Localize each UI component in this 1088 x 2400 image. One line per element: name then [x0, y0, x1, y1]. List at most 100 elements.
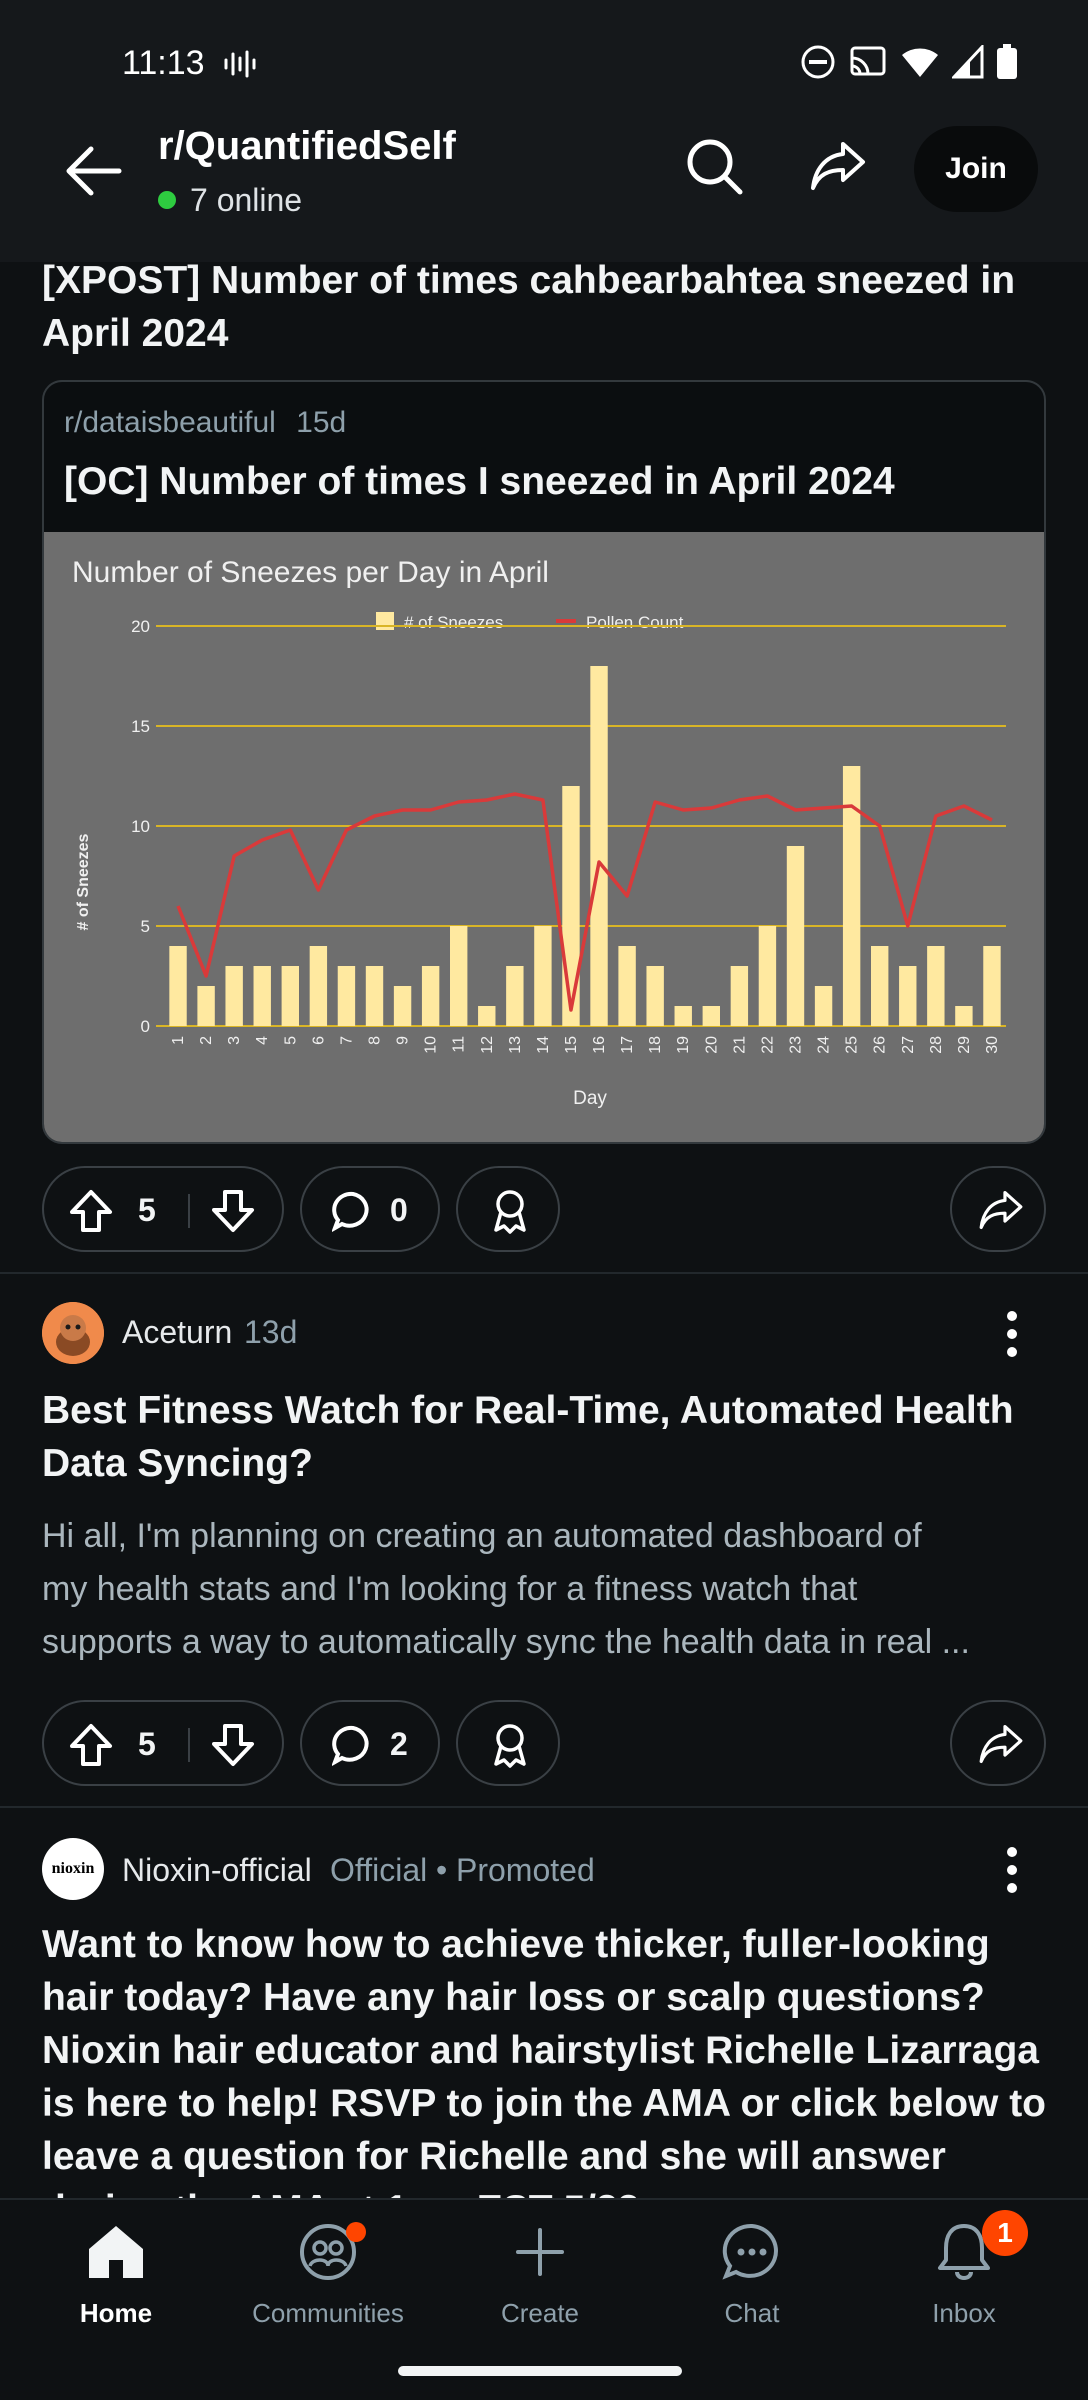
post-author[interactable]: Nioxin-official [122, 1852, 312, 1889]
comments-button[interactable]: 2 [300, 1700, 440, 1786]
award-icon [494, 1190, 526, 1234]
award-button[interactable] [456, 1166, 560, 1252]
bar [562, 786, 580, 1026]
online-indicator [158, 191, 176, 209]
legend-label: # of Sneezes [404, 613, 503, 632]
bar [814, 986, 833, 1026]
chat-icon [720, 2220, 784, 2284]
share-button[interactable] [950, 1166, 1046, 1252]
post-body-line[interactable]: Hi all, I'm planning on creating an auto… [42, 1510, 1052, 1563]
chart-bars [169, 666, 1001, 1026]
downvote-icon[interactable] [210, 1722, 256, 1768]
share-subreddit-button[interactable] [804, 132, 872, 200]
bar [449, 926, 468, 1026]
upvote-count: 5 [138, 1192, 156, 1228]
status-bar: 11:13 [0, 0, 1088, 130]
share-icon [979, 1724, 1023, 1764]
legend-label: Pollen Count [586, 613, 684, 632]
back-button[interactable] [58, 136, 128, 206]
promoted-post-title[interactable]: Want to know how to achieve thicker, ful… [42, 1918, 1052, 2198]
crosspost-embed[interactable]: r/dataisbeautiful 15d [OC] Number of tim… [42, 380, 1046, 1144]
post-divider [0, 1806, 1088, 1808]
avatar[interactable]: nioxin [42, 1838, 104, 1900]
x-tick-label: 30 [984, 1036, 1001, 1054]
bar [702, 1006, 721, 1026]
plus-icon [508, 2220, 572, 2284]
upvote-icon[interactable] [68, 1722, 114, 1768]
vote-separator [188, 1728, 190, 1762]
bar [955, 1006, 973, 1026]
share-button[interactable] [950, 1700, 1046, 1786]
post-title[interactable]: [XPOST] Number of times cahbearbahtea sn… [42, 254, 1052, 360]
bar [365, 966, 384, 1026]
x-tick-label: 15 [563, 1036, 580, 1054]
x-tick-label: 12 [479, 1036, 496, 1054]
bar [646, 966, 664, 1026]
x-tick-label: 24 [816, 1036, 833, 1054]
nav-label: Create [500, 2298, 580, 2328]
x-tick-label: 27 [900, 1036, 917, 1054]
post-body-line[interactable]: my health stats and I'm looking for a fi… [42, 1563, 1052, 1616]
home-indicator[interactable] [398, 2366, 682, 2376]
nav-create[interactable]: Create [440, 2200, 640, 2350]
chart-legend: # of Sneezes Pollen Count [376, 612, 684, 632]
cast-icon [850, 46, 886, 76]
comments-button[interactable]: 0 [300, 1166, 440, 1252]
y-tick-label: 5 [141, 917, 150, 936]
bar [225, 966, 243, 1026]
x-tick-label: 4 [254, 1036, 271, 1045]
x-tick-label: 17 [619, 1036, 636, 1054]
bar [197, 986, 215, 1026]
meta-separator: • [436, 1852, 448, 1888]
x-tick-label: 21 [731, 1036, 748, 1054]
x-tick-label: 8 [367, 1036, 384, 1045]
x-tick-label: 7 [338, 1036, 355, 1045]
bar [253, 966, 271, 1026]
nav-communities[interactable]: Communities [228, 2200, 428, 2350]
x-tick-label: 10 [423, 1036, 440, 1054]
legend-swatch-bar [376, 612, 394, 630]
post-body-line[interactable]: supports a way to automatically sync the… [42, 1616, 1052, 1669]
dnd-icon [801, 45, 835, 79]
bar [899, 966, 917, 1026]
audio-wave-icon [224, 50, 256, 78]
upvote-icon[interactable] [68, 1188, 114, 1234]
x-tick-label: 13 [507, 1036, 524, 1054]
snoo-avatar-icon [42, 1302, 104, 1364]
chart-image[interactable]: Number of Sneezes per Day in April # of … [44, 532, 1044, 1142]
online-count: 7 online [190, 182, 303, 218]
search-button[interactable] [680, 132, 748, 200]
bar [590, 666, 608, 1026]
bar [169, 946, 187, 1026]
nav-chat[interactable]: Chat [652, 2200, 852, 2350]
x-tick-label: 16 [591, 1036, 608, 1054]
nav-inbox[interactable]: 1 Inbox [864, 2200, 1064, 2350]
inbox-badge: 1 [982, 2210, 1028, 2256]
bar [730, 966, 749, 1026]
nav-label: Chat [724, 2298, 780, 2328]
bar [337, 966, 356, 1026]
join-button[interactable]: Join [914, 126, 1038, 212]
nav-label: Inbox [932, 2298, 996, 2328]
more-options-icon[interactable] [992, 1304, 1032, 1364]
embed-subreddit[interactable]: r/dataisbeautiful [64, 406, 276, 439]
more-options-icon[interactable] [992, 1840, 1032, 1900]
avatar[interactable] [42, 1302, 104, 1364]
downvote-icon[interactable] [210, 1188, 256, 1234]
post-author[interactable]: Aceturn [122, 1314, 232, 1351]
nav-home[interactable]: Home [16, 2200, 216, 2350]
x-tick-label: 3 [226, 1036, 243, 1045]
vote-control: 5 [42, 1166, 284, 1252]
post-divider [0, 1272, 1088, 1274]
upvote-count: 5 [138, 1726, 156, 1762]
bar [506, 966, 524, 1026]
comment-count: 0 [390, 1192, 408, 1228]
embed-title[interactable]: [OC] Number of times I sneezed in April … [64, 460, 895, 504]
post-title[interactable]: Best Fitness Watch for Real-Time, Automa… [42, 1384, 1052, 1490]
chart-x-ticks: 1 2 3 4 5 6 7 8 9 10 11 12 13 14 15 16 17 18 19 20 21 22 23 24 2… [170, 1036, 1001, 1054]
award-button[interactable] [456, 1700, 560, 1786]
x-tick-label: 1 [170, 1036, 187, 1045]
subreddit-name[interactable]: r/QuantifiedSelf [158, 124, 456, 169]
battery-icon [997, 44, 1017, 79]
notification-dot [346, 2222, 366, 2242]
